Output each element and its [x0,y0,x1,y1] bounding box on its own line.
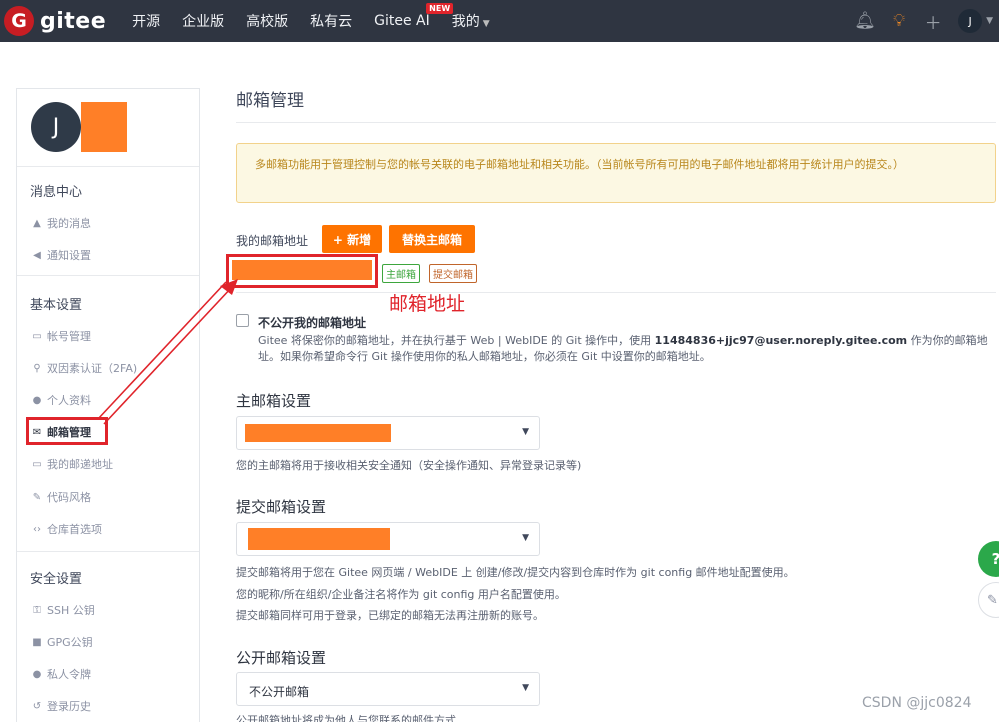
add-email-button[interactable]: + 新增 [322,225,382,253]
key-icon: ⚿ [33,604,41,616]
caret-down-icon: ▼ [522,427,529,437]
commit-email-help-2: 您的昵称/所在组织/企业备注名将作为 git config 用户名配置使用。 [236,588,566,601]
redacted-email-value [245,424,391,442]
sidebar-item-label: GPG公钥 [47,636,93,649]
bell-icon: ▲ [33,217,41,229]
nav-item-enterprise[interactable]: 企业版 [182,11,224,31]
sidebar-item-profile[interactable]: ● 个人资料 [31,392,91,408]
sidebar-item-label: 我的邮递地址 [47,458,113,471]
sidebar-item-gpg[interactable]: ■ GPG公钥 [31,634,93,650]
primary-email-select[interactable]: ▼ [236,416,540,450]
sidebar-item-label: 我的消息 [47,217,91,230]
public-email-select[interactable]: 不公开邮箱 ▼ [236,672,540,706]
divider [17,166,199,167]
group-basic-settings: 基本设置 [30,298,83,313]
sidebar-item-label: 双因素认证（2FA) [47,362,138,375]
commit-email-badge: 提交邮箱 [429,264,477,283]
caret-down-icon: ▼ [522,683,529,693]
address-card-icon: ▭ [32,458,42,470]
sidebar-item-label: 个人资料 [47,394,91,407]
profile-header: J [31,102,127,152]
sidebar-item-label: SSH 公钥 [47,604,95,617]
history-icon: ↺ [32,700,42,712]
watermark: CSDN @jjc0824 [862,695,972,711]
edit-icon: ✎ [987,592,998,608]
sidebar-item-token[interactable]: ● 私人令牌 [31,666,91,682]
users-icon: ● [32,668,42,680]
group-message-center: 消息中心 [30,185,83,200]
sidebar-item-2fa[interactable]: ⚲ 双因素认证（2FA) [31,360,137,376]
sidebar-item-repo-prefs[interactable]: ‹› 仓库首选项 [31,521,102,537]
public-email-section-title: 公开邮箱设置 [236,649,327,667]
main-content: 邮箱管理 多邮箱功能用于管理控制与您的帐号关联的电子邮箱地址和相关功能。（当前帐… [226,0,999,722]
gitee-logo[interactable]: G gitee [4,6,106,36]
user-lock-icon: ⚲ [33,362,41,374]
commit-email-help-1: 提交邮箱将用于您在 Gitee 网页端 / WebIDE 上 创建/修改/提交内… [236,566,795,579]
divider [17,275,199,276]
logo-icon: G [4,6,34,36]
redacted-email-value [248,528,390,550]
lock-icon: ■ [32,636,42,648]
sidebar-item-ssh[interactable]: ⚿ SSH 公钥 [31,602,95,618]
user-icon: ● [32,394,42,406]
sidebar-item-my-messages[interactable]: ▲ 我的消息 [31,215,91,231]
sidebar-item-login-history[interactable]: ↺ 登录历史 [31,698,91,714]
private-email-label[interactable]: 不公开我的邮箱地址 [258,314,366,331]
my-email-label: 我的邮箱地址 [236,234,309,248]
divider [236,292,996,293]
highlight-box-email [226,254,378,288]
private-email-description: Gitee 将保密你的邮箱地址，并在执行基于 Web | WebIDE 的 Gi… [258,333,998,365]
highlight-box-sidebar [26,417,108,445]
replace-primary-email-button[interactable]: 替换主邮箱 [389,225,475,253]
private-email-checkbox[interactable] [236,314,249,327]
caret-down-icon: ▼ [522,533,529,543]
private-desc-text: Gitee 将保密你的邮箱地址，并在执行基于 Web | WebIDE 的 Gi… [258,334,655,347]
id-card-icon: ▭ [32,330,42,342]
sidebar-item-label: 帐号管理 [47,330,91,343]
logo-text: gitee [40,8,107,34]
commit-email-help-3: 提交邮箱同样可用于登录，已绑定的邮箱无法再注册新的账号。 [236,609,544,622]
page-title: 邮箱管理 [236,91,304,111]
public-email-value: 不公开邮箱 [249,685,310,699]
sidebar-item-notify-settings[interactable]: ◀ 通知设置 [31,247,91,263]
public-email-help: 公开邮箱地址将成为他人与您联系的邮件方式 [236,714,456,722]
divider [236,122,996,123]
commit-email-select[interactable]: ▼ [236,522,540,556]
noreply-email: 11484836+jjc97@user.noreply.gitee.com [654,334,908,347]
sidebar-item-address[interactable]: ▭ 我的邮递地址 [31,456,113,472]
settings-sidebar: J 消息中心 ▲ 我的消息 ◀ 通知设置 基本设置 ▭ 帐号管理 ⚲ 双因素认证（2FA… [16,88,200,722]
primary-email-badge: 主邮箱 [382,264,420,283]
avatar[interactable]: J [31,102,81,152]
annotation-label: 邮箱地址 [389,293,466,315]
sidebar-item-label: 通知设置 [47,249,91,262]
sidebar-item-label: 仓库首选项 [47,523,102,536]
sidebar-item-label: 私人令牌 [47,668,91,681]
sidebar-item-code-style[interactable]: ✎ 代码风格 [31,489,91,505]
divider [17,551,199,552]
sidebar-item-label: 代码风格 [47,491,91,504]
info-notice: 多邮箱功能用于管理控制与您的帐号关联的电子邮箱地址和相关功能。（当前帐号所有可用… [236,143,996,203]
group-security-settings: 安全设置 [30,572,83,587]
sidebar-item-label: 登录历史 [47,700,91,713]
redacted-username [81,102,127,152]
primary-email-help: 您的主邮箱将用于接收相关安全通知（安全操作通知、异常登录记录等) [236,459,582,472]
speaker-icon: ◀ [33,249,41,261]
primary-email-section-title: 主邮箱设置 [236,392,312,410]
sidebar-item-account[interactable]: ▭ 帐号管理 [31,328,91,344]
paintbrush-icon: ✎ [32,491,42,503]
nav-item-open-source[interactable]: 开源 [132,11,160,31]
commit-email-section-title: 提交邮箱设置 [236,498,327,516]
code-icon: ‹› [33,523,41,535]
